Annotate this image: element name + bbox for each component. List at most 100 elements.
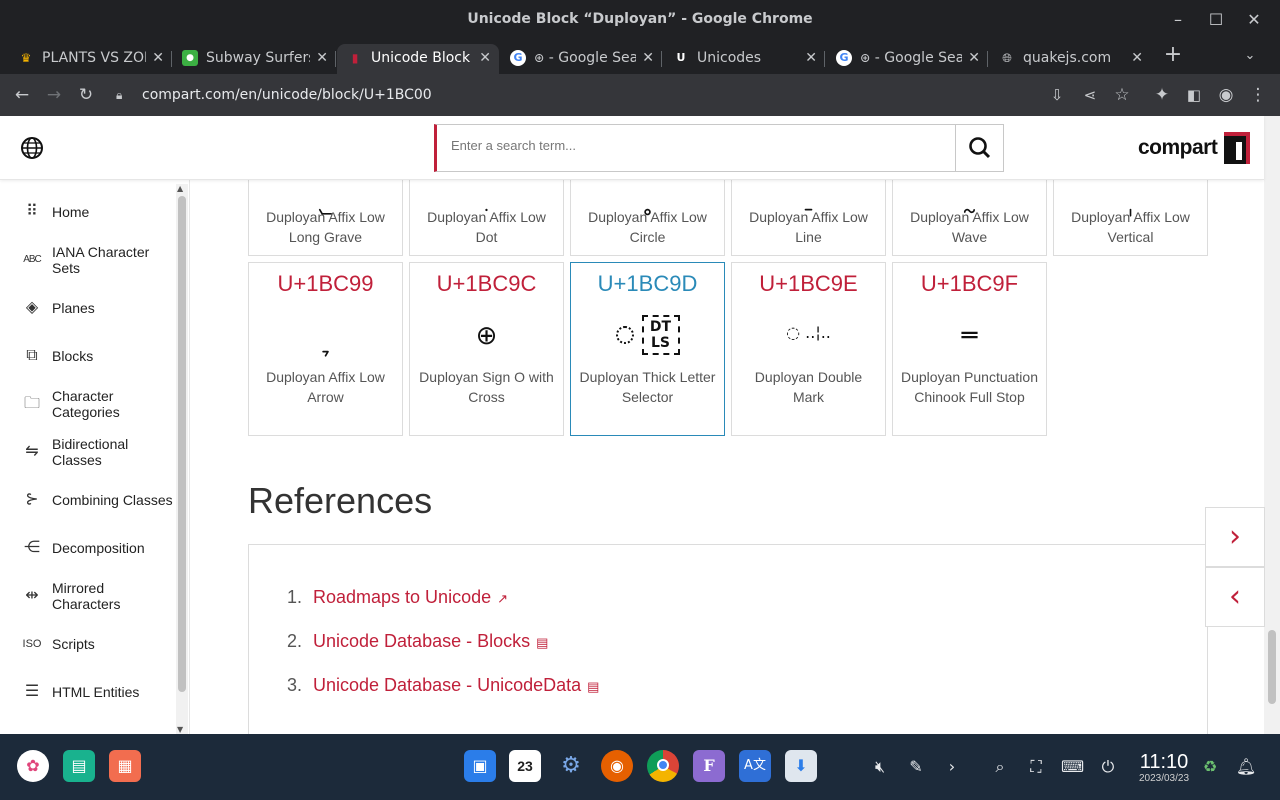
minimize-icon[interactable]: – xyxy=(1166,8,1190,32)
tab-quakejs[interactable]: 🌐︎ quakejs.com ✕ xyxy=(989,44,1151,74)
sidebar-item-iana[interactable]: ABC IANA Character Sets xyxy=(0,244,176,280)
sidebar-item-html-entities[interactable]: ☰ HTML Entities xyxy=(0,683,176,704)
settings-gear-icon[interactable]: ⚙ xyxy=(555,750,587,782)
tab-subway-surfers[interactable]: ● Subway Surfers ✕ xyxy=(172,44,336,74)
reference-link-unicodedata[interactable]: Unicode Database - UnicodeData xyxy=(313,675,581,695)
system-clock[interactable]: 11:10 2023/03/23 xyxy=(1132,751,1196,785)
tab-unicodes[interactable]: U Unicodes ✕ xyxy=(663,44,825,74)
reference-link-blocks[interactable]: Unicode Database - Blocks xyxy=(313,631,530,651)
translate-icon[interactable]: A文 xyxy=(739,750,771,782)
address-bar[interactable]: 🔒︎ compart.com/en/unicode/block/U+1BC00 xyxy=(108,79,1138,111)
character-card-u1bc9c[interactable]: U+1BC9C ⊕ Duployan Sign O with Cross xyxy=(409,262,564,436)
next-page-button[interactable]: › xyxy=(1205,507,1265,567)
sidebar-item-decomposition[interactable]: ⋲ Decomposition xyxy=(0,539,176,560)
character-glyph: ◌ ..¦.. xyxy=(786,323,831,342)
profile-avatar-icon[interactable]: ◉ xyxy=(1214,83,1238,107)
share-icon[interactable]: ⋖ xyxy=(1078,83,1102,107)
page-scrollbar[interactable] xyxy=(1264,116,1280,734)
combining-icon: ⊱ xyxy=(25,491,39,508)
character-card-u1bc99[interactable]: U+1BC99 𛲙 Duployan Affix Low Arrow xyxy=(248,262,403,436)
forward-icon[interactable]: → xyxy=(42,83,66,107)
sidebar-scrollbar[interactable]: ▲ ▼ xyxy=(176,184,188,734)
sidebar-item-home[interactable]: ⠿ Home xyxy=(0,203,176,224)
close-window-icon[interactable]: ✕ xyxy=(1242,8,1266,32)
character-card[interactable]: 𛲘 Duployan Affix Low Vertical xyxy=(1053,170,1208,256)
tab-unicode-block[interactable]: ▮ Unicode Block “Duployan” ✕ xyxy=(337,44,499,74)
sidebar-item-bidirectional[interactable]: ⇋ Bidirectional Classes xyxy=(0,436,176,472)
page-scroll-thumb[interactable] xyxy=(1268,630,1276,704)
character-card-u1bc9f[interactable]: U+1BC9F ═ Duployan Punctuation Chinook F… xyxy=(892,262,1047,436)
game-icon: ● xyxy=(182,50,198,66)
tab-close-icon[interactable]: ✕ xyxy=(479,44,491,72)
search-icon[interactable]: ⌕ xyxy=(989,756,1011,778)
screenshot-icon[interactable]: ⛶ xyxy=(1025,756,1047,778)
pen-icon[interactable]: ✎ xyxy=(905,756,927,778)
new-tab-icon[interactable]: + xyxy=(1161,43,1185,67)
file-manager-icon[interactable]: ▣ xyxy=(464,750,496,782)
sidebar-item-character-categories[interactable]: 🗀︎ Character Categories xyxy=(0,388,176,424)
font-app-icon[interactable]: F xyxy=(693,750,725,782)
install-app-icon[interactable]: ⇩ xyxy=(1045,83,1069,107)
recycle-bin-icon[interactable]: ♻ xyxy=(1199,756,1221,778)
reload-icon[interactable]: ↻ xyxy=(74,83,98,107)
notification-bell-icon[interactable]: 🔔︎ xyxy=(1235,756,1257,778)
character-card-u1bc9e[interactable]: U+1BC9E ◌ ..¦.. Duployan Double Mark xyxy=(731,262,886,436)
tab-close-icon[interactable]: ✕ xyxy=(1131,44,1143,72)
search-input[interactable] xyxy=(451,138,931,153)
launcher-icon[interactable]: ✿ xyxy=(17,750,49,782)
tab-close-icon[interactable]: ✕ xyxy=(316,44,328,72)
previous-page-button[interactable]: ‹ xyxy=(1205,567,1265,627)
character-card-u1bc9d[interactable]: U+1BC9D DT LS Duployan Thick Letter Sele… xyxy=(570,262,725,436)
reference-link-roadmaps[interactable]: Roadmaps to Unicode xyxy=(313,587,491,607)
extensions-icon[interactable]: ✦ xyxy=(1150,83,1174,107)
sidebar-item-blocks[interactable]: ⧉ Blocks xyxy=(0,347,176,368)
menu-kebab-icon[interactable]: ⋮ xyxy=(1246,83,1270,107)
mirror-icon: ⇹ xyxy=(25,587,39,604)
maximize-icon[interactable]: ☐ xyxy=(1204,8,1228,32)
character-card[interactable]: 𛲔 Duployan Affix Low Dot xyxy=(409,170,564,256)
volume-muted-icon[interactable]: 🔇︎ xyxy=(869,756,891,778)
chevron-right-icon[interactable]: › xyxy=(941,756,963,778)
sidebar-item-label: Scripts xyxy=(52,636,95,652)
search-button[interactable] xyxy=(955,125,1003,171)
scroll-up-icon[interactable]: ▲ xyxy=(177,184,183,193)
installer-icon[interactable]: ⬇ xyxy=(785,750,817,782)
character-card[interactable]: 𛲕 Duployan Affix Low Circle xyxy=(570,170,725,256)
tab-close-icon[interactable]: ✕ xyxy=(152,44,164,72)
tab-label: Subway Surfers xyxy=(206,50,310,66)
firefox-icon[interactable]: ◉ xyxy=(601,750,633,782)
tab-close-icon[interactable]: ✕ xyxy=(968,44,980,72)
external-link-icon[interactable]: ↗ xyxy=(497,591,508,606)
tab-close-icon[interactable]: ✕ xyxy=(642,44,654,72)
files-app-icon[interactable]: ▤ xyxy=(63,750,95,782)
document-icon[interactable]: ▤ xyxy=(587,679,599,694)
sidebar-scroll-thumb[interactable] xyxy=(178,196,186,692)
language-globe-icon[interactable] xyxy=(20,136,44,160)
apps-grid-icon[interactable]: ▦ xyxy=(109,750,141,782)
sidebar-item-combining[interactable]: ⊱ Combining Classes xyxy=(0,491,176,512)
calendar-icon[interactable]: 23 xyxy=(509,750,541,782)
sidebar-item-scripts[interactable]: ISO Scripts xyxy=(0,636,176,656)
document-icon[interactable]: ▤ xyxy=(536,635,548,650)
keyboard-icon[interactable]: ⌨ xyxy=(1061,756,1084,778)
search-box xyxy=(434,124,1004,172)
tab-plants-vs-zombies[interactable]: ♛ PLANTS VS ZOMBIES ✕ xyxy=(8,44,172,74)
back-icon[interactable]: ← xyxy=(10,83,34,107)
tab-google-search-2[interactable]: G 𛲜 - Google Search ✕ xyxy=(826,44,988,74)
tab-google-search-1[interactable]: G 𛲜 - Google Search ✕ xyxy=(500,44,662,74)
sidebar-item-mirrored[interactable]: ⇹ Mirrored Characters xyxy=(0,580,176,616)
character-card[interactable]: 𛲖 Duployan Affix Low Line xyxy=(731,170,886,256)
compart-icon: ▮ xyxy=(351,51,359,65)
sidebar-item-planes[interactable]: ◈ Planes xyxy=(0,299,176,320)
character-card[interactable]: 𛲓 Duployan Affix Low Long Grave xyxy=(248,170,403,256)
tab-search-chevron-icon[interactable]: ⌄ xyxy=(1238,44,1262,68)
character-name: Duployan Affix Low Dot xyxy=(427,209,546,245)
bookmark-star-icon[interactable]: ☆ xyxy=(1110,83,1134,107)
power-icon[interactable]: ⏻ xyxy=(1097,756,1119,778)
side-panel-icon[interactable]: ◧ xyxy=(1182,83,1206,107)
scroll-down-icon[interactable]: ▼ xyxy=(177,725,183,734)
character-card[interactable]: 𛲗 Duployan Affix Low Wave xyxy=(892,170,1047,256)
search-icon xyxy=(969,137,991,159)
chrome-icon[interactable] xyxy=(647,750,679,782)
tab-close-icon[interactable]: ✕ xyxy=(805,44,817,72)
